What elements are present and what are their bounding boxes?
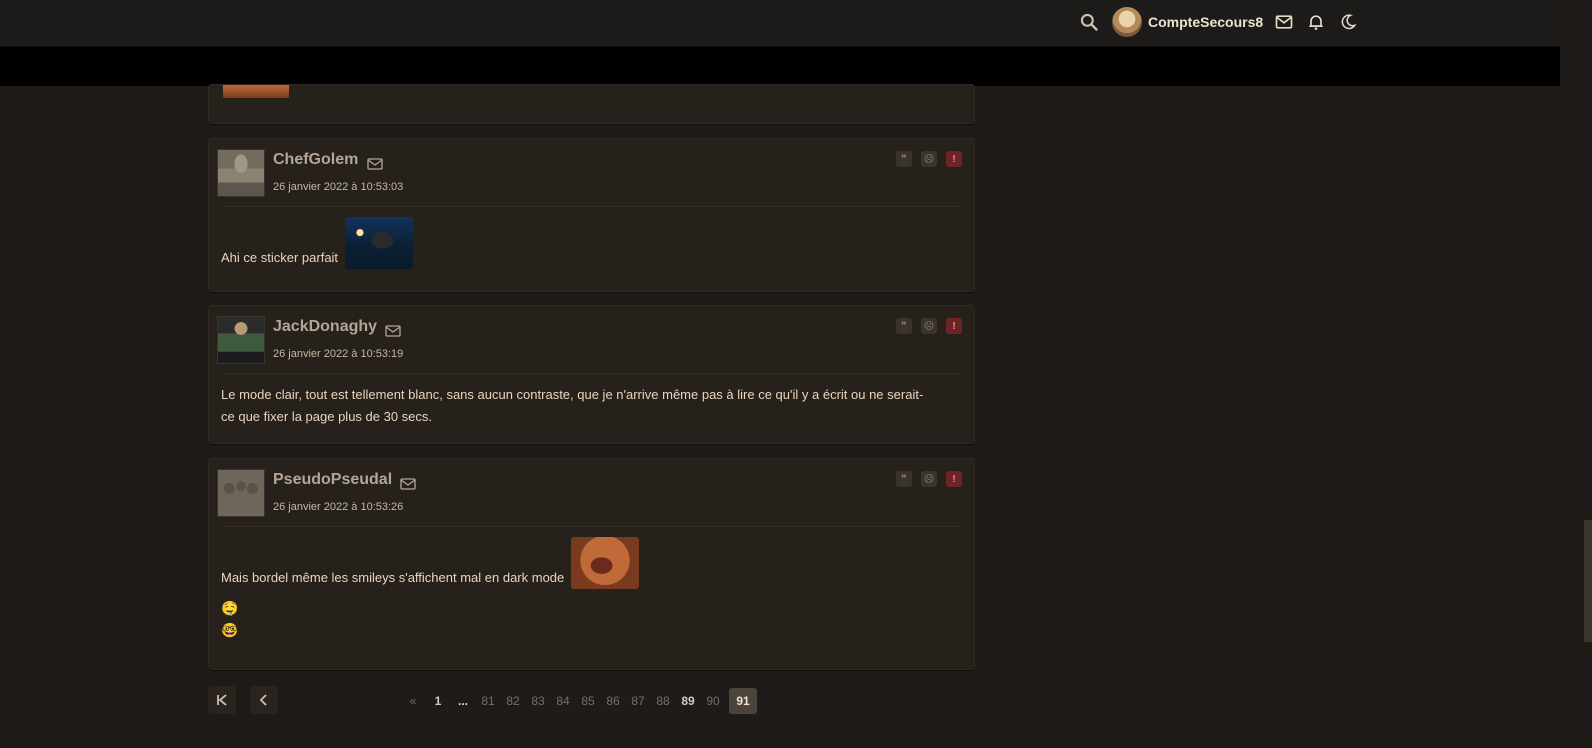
page-link[interactable]: 83 — [529, 688, 547, 714]
sad-face-icon: ☹ — [923, 473, 935, 485]
sad-face-icon: ☹ — [923, 153, 935, 165]
post-author[interactable]: PseudoPseudal — [273, 471, 392, 489]
page-link[interactable]: 81 — [479, 688, 497, 714]
messages-button[interactable] — [1271, 9, 1297, 35]
page-link[interactable]: 82 — [504, 688, 522, 714]
post-date: 26 janvier 2022 à 10:53:19 — [273, 348, 404, 360]
search-button[interactable] — [1076, 9, 1102, 35]
post-actions: ❞ ☹ ! — [896, 151, 962, 167]
post-divider — [221, 206, 962, 207]
search-icon — [1080, 13, 1098, 31]
user-menu[interactable]: CompteSecours8 — [1112, 7, 1263, 37]
post-text: Ahi ce sticker parfait — [221, 250, 339, 265]
post-card: JackDonaghy 26 janvier 2022 à 10:53:19 ❞… — [208, 305, 975, 444]
mail-icon — [400, 478, 416, 490]
mail-icon — [367, 158, 383, 170]
sub-header-band — [0, 47, 1560, 86]
avatar[interactable] — [217, 316, 265, 364]
page-link[interactable]: 89 — [679, 688, 697, 714]
quote-button[interactable]: ❞ — [896, 318, 912, 334]
alert-icon: ! — [952, 153, 956, 165]
username: CompteSecours8 — [1148, 14, 1264, 30]
message-author-button[interactable] — [400, 477, 416, 490]
post-author[interactable]: ChefGolem — [273, 151, 358, 169]
pagination: « 1 ... 81 82 83 84 85 86 87 88 89 90 91 — [208, 686, 973, 716]
current-page[interactable]: 91 — [729, 688, 757, 714]
bell-icon — [1309, 15, 1323, 30]
post-date: 26 janvier 2022 à 10:53:03 — [273, 181, 404, 193]
post-text-line: Le mode clair, tout est tellement blanc,… — [221, 387, 924, 402]
post-content: Mais bordel même les smileys s'affichent… — [221, 537, 639, 641]
post-date: 26 janvier 2022 à 10:53:26 — [273, 501, 404, 513]
sticker-image — [570, 537, 639, 589]
first-page-icon — [217, 694, 227, 706]
quote-icon: ❞ — [901, 320, 907, 332]
smiley-nerd: 🤓 — [221, 622, 239, 638]
top-bar: CompteSecours8 — [0, 0, 1560, 47]
post-card: PseudoPseudal 26 janvier 2022 à 10:53:26… — [208, 458, 975, 670]
post-content: Le mode clair, tout est tellement blanc,… — [221, 384, 923, 428]
avatar[interactable] — [217, 469, 265, 517]
sad-button[interactable]: ☹ — [921, 471, 937, 487]
post-divider — [221, 373, 962, 374]
sad-button[interactable]: ☹ — [921, 151, 937, 167]
sad-button[interactable]: ☹ — [921, 318, 937, 334]
post-text-line: ce que fixer la page plus de 30 secs. — [221, 409, 433, 424]
alert-icon: ! — [952, 320, 956, 332]
page-link[interactable]: 88 — [654, 688, 672, 714]
report-button[interactable]: ! — [946, 151, 962, 167]
user-avatar — [1112, 7, 1142, 37]
alert-icon: ! — [952, 473, 956, 485]
post-content: Ahi ce sticker parfait — [221, 217, 413, 269]
chevron-left-icon — [259, 694, 267, 706]
mail-icon — [1275, 15, 1293, 29]
quote-button[interactable]: ❞ — [896, 151, 912, 167]
top-actions: CompteSecours8 — [1076, 4, 1361, 40]
quote-icon: ❞ — [901, 153, 907, 165]
post-divider — [221, 526, 962, 527]
previous-page-button[interactable] — [250, 686, 278, 714]
moon-icon — [1341, 14, 1357, 30]
page-link[interactable]: 87 — [629, 688, 647, 714]
post-author[interactable]: JackDonaghy — [273, 318, 377, 336]
page-link[interactable]: 90 — [704, 688, 722, 714]
page-numbers: « 1 ... 81 82 83 84 85 86 87 88 89 90 91 — [404, 686, 757, 716]
page-link[interactable]: 85 — [579, 688, 597, 714]
quote-icon: ❞ — [901, 473, 907, 485]
page-link[interactable]: 86 — [604, 688, 622, 714]
post-actions: ❞ ☹ ! — [896, 471, 962, 487]
previous-post-sticker — [223, 85, 289, 98]
message-author-button[interactable] — [367, 157, 383, 170]
page-ellipsis: ... — [457, 694, 468, 708]
first-page-button[interactable] — [208, 686, 236, 714]
report-button[interactable]: ! — [946, 471, 962, 487]
page-link[interactable]: 84 — [554, 688, 572, 714]
quote-button[interactable]: ❞ — [896, 471, 912, 487]
post-card-previous — [208, 84, 975, 124]
scrollbar-thumb[interactable] — [1584, 520, 1592, 642]
page-scrollbar[interactable] — [1560, 0, 1592, 748]
sticker-image — [344, 217, 413, 269]
post-card: ChefGolem 26 janvier 2022 à 10:53:03 ❞ ☹… — [208, 138, 975, 292]
message-author-button[interactable] — [385, 324, 401, 337]
theme-toggle-button[interactable] — [1335, 9, 1361, 35]
sad-face-icon: ☹ — [923, 320, 935, 332]
report-button[interactable]: ! — [946, 318, 962, 334]
post-actions: ❞ ☹ ! — [896, 318, 962, 334]
notifications-button[interactable] — [1303, 9, 1329, 35]
prev-pages-link[interactable]: « — [404, 688, 422, 714]
smiley-drool: 🤤 — [221, 600, 239, 616]
post-text: Mais bordel même les smileys s'affichent… — [221, 570, 565, 585]
page-link[interactable]: 1 — [429, 688, 447, 714]
mail-icon — [385, 325, 401, 337]
avatar[interactable] — [217, 149, 265, 197]
